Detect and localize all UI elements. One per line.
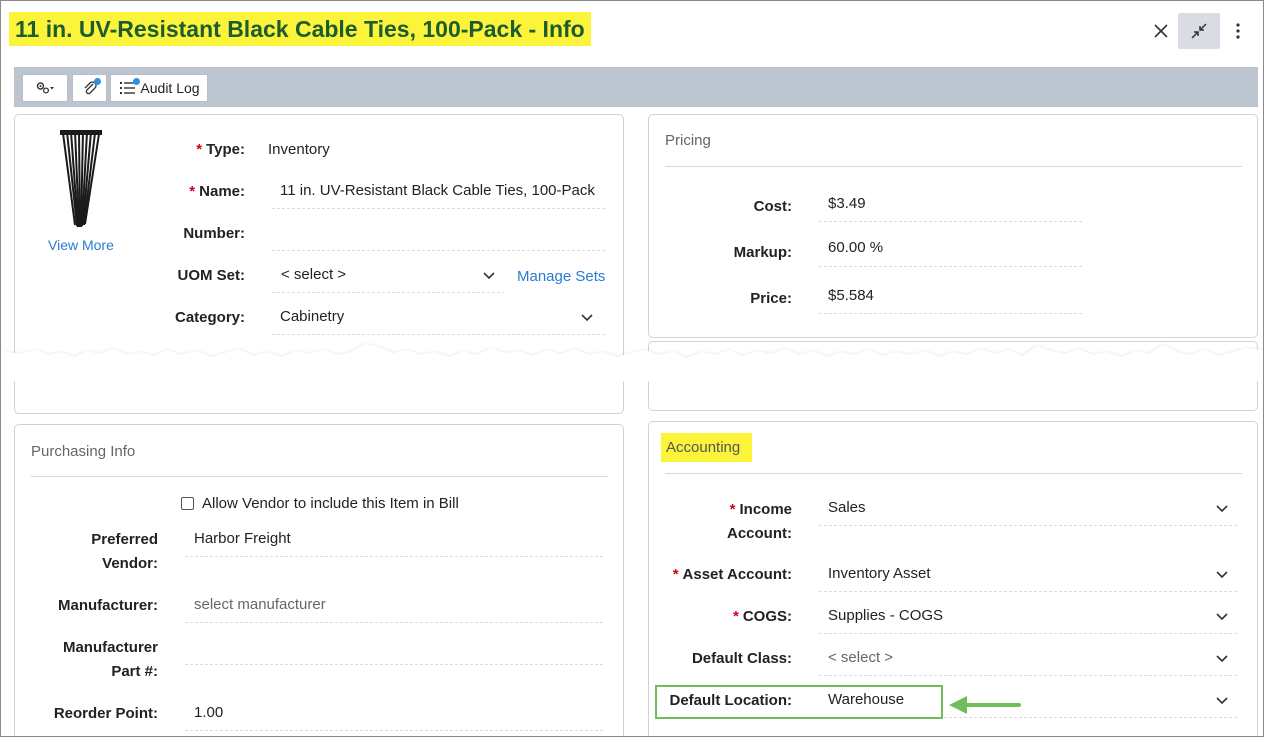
manufacturer-part-label: Manufacturer Part #: <box>62 639 158 680</box>
name-label: * Name: <box>189 183 245 200</box>
purchasing-info-card: Purchasing Info Allow Vendor to include … <box>14 424 624 736</box>
settings-dropdown-button[interactable] <box>22 74 68 102</box>
income-account-label: * Income Account: <box>727 501 792 542</box>
manage-sets-link[interactable]: Manage Sets <box>517 265 605 289</box>
default-class-select[interactable]: < select > <box>828 646 1208 670</box>
cogs-select[interactable]: Supplies - COGS <box>828 604 1208 628</box>
cogs-label: * COGS: <box>732 608 792 625</box>
audit-log-button[interactable]: Audit Log <box>110 74 208 102</box>
collapse-button[interactable] <box>1178 13 1220 49</box>
allow-vendor-label: Allow Vendor to include this Item in Bil… <box>202 495 459 512</box>
manufacturer-part-input[interactable] <box>194 635 594 659</box>
close-button[interactable] <box>1140 13 1182 49</box>
chevron-down-icon <box>581 314 593 322</box>
right-middle-card-bottom <box>648 381 1258 411</box>
type-label: * Type: <box>196 141 245 158</box>
asset-account-select[interactable]: Inventory Asset <box>828 562 1208 586</box>
collapse-icon <box>1191 23 1207 39</box>
chevron-down-icon <box>483 272 495 280</box>
price-label: Price: <box>750 290 792 307</box>
item-info-window: 11 in. UV-Resistant Black Cable Ties, 10… <box>0 0 1264 737</box>
default-location-callout-box <box>655 685 943 719</box>
type-value: Inventory <box>268 141 330 158</box>
manufacturer-label: Manufacturer: <box>57 597 158 614</box>
name-input[interactable]: 11 in. UV-Resistant Black Cable Ties, 10… <box>280 179 606 203</box>
chevron-down-icon <box>1216 505 1228 513</box>
allow-vendor-row[interactable]: Allow Vendor to include this Item in Bil… <box>181 495 459 512</box>
chevron-down-icon <box>1216 655 1228 663</box>
cost-input[interactable]: $3.49 <box>828 192 866 216</box>
more-menu-button[interactable] <box>1218 13 1258 49</box>
left-middle-card <box>14 381 624 414</box>
chevron-down-icon <box>1216 571 1228 579</box>
number-label: Number: <box>183 225 245 242</box>
number-input[interactable] <box>280 221 606 245</box>
default-class-label: Default Class: <box>691 650 792 667</box>
reorder-point-label: Reorder Point: <box>53 705 158 722</box>
allow-vendor-checkbox[interactable] <box>181 497 194 510</box>
uom-set-select[interactable]: < select > <box>281 263 481 287</box>
gears-icon <box>36 82 54 94</box>
asset-account-label: * Asset Account: <box>672 566 792 583</box>
price-input[interactable]: $5.584 <box>828 284 874 308</box>
callout-arrow-icon <box>949 696 1021 714</box>
view-more-link[interactable]: View More <box>48 233 114 257</box>
pricing-card: Pricing Cost: $3.49 Markup: 60.00 % Pric… <box>648 114 1258 338</box>
markup-label: Markup: <box>733 244 792 261</box>
preferred-vendor-select[interactable]: Harbor Freight <box>194 527 291 551</box>
purchasing-title: Purchasing Info <box>31 443 136 460</box>
kebab-icon <box>1236 23 1240 39</box>
income-account-select[interactable]: Sales <box>828 496 1208 520</box>
pricing-title: Pricing <box>665 132 711 149</box>
accounting-title: Accounting <box>666 439 741 456</box>
category-label: Category: <box>174 309 245 326</box>
chevron-down-icon <box>1216 613 1228 621</box>
product-image <box>60 130 102 228</box>
manufacturer-select[interactable]: select manufacturer <box>194 593 326 617</box>
reorder-point-input[interactable]: 1.00 <box>194 701 223 725</box>
uom-set-label: UOM Set: <box>177 267 246 284</box>
preferred-vendor-label: Preferred Vendor: <box>91 531 158 572</box>
page-title: 11 in. UV-Resistant Black Cable Ties, 10… <box>9 12 591 46</box>
markup-input[interactable]: 60.00 % <box>828 236 883 260</box>
cost-label: Cost: <box>753 198 792 215</box>
attachments-button[interactable] <box>72 74 107 102</box>
category-select[interactable]: Cabinetry <box>280 305 560 329</box>
notification-dot <box>133 78 140 85</box>
chevron-down-icon <box>1216 697 1228 705</box>
audit-log-label: Audit Log <box>140 80 200 96</box>
notification-dot <box>94 78 101 85</box>
close-icon <box>1154 24 1168 38</box>
toolbar: Audit Log <box>14 67 1258 107</box>
